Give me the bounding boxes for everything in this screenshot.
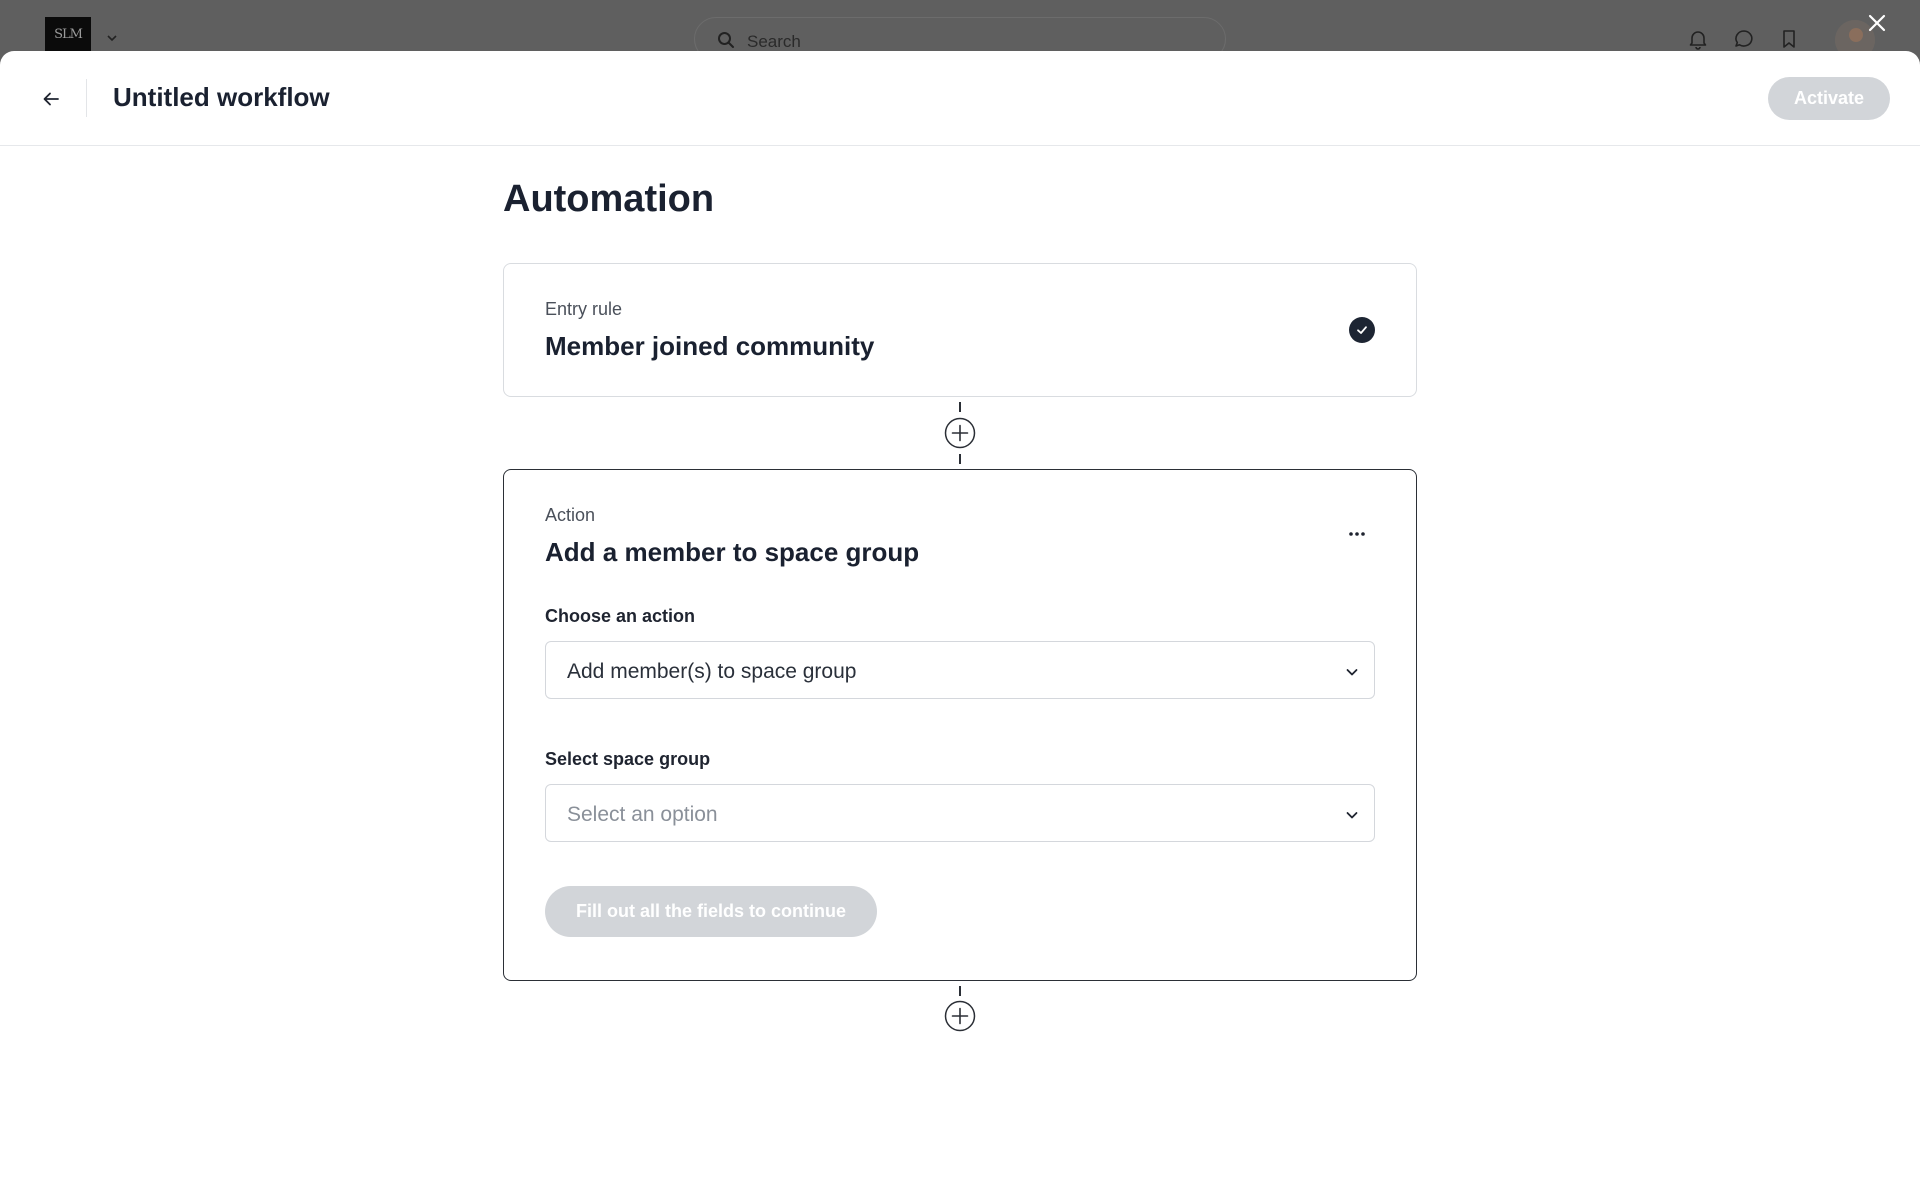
space-group-label: Select space group — [545, 749, 711, 769]
close-icon[interactable] — [1866, 12, 1888, 34]
community-logo: SLM — [45, 17, 91, 51]
chevron-down-icon — [1346, 812, 1358, 819]
background-app-bar: SLM Search — [0, 0, 1920, 61]
more-options-button[interactable] — [1340, 522, 1374, 546]
bookmark-icon — [1783, 30, 1795, 48]
activate-button[interactable]: Activate — [1768, 77, 1890, 120]
ellipsis-icon — [1349, 532, 1365, 536]
workflow-editor-sheet: Untitled workflow Activate Automation En… — [0, 51, 1920, 1200]
action-kicker: Action — [545, 505, 596, 525]
action-card: Action Add a member to space group Choos… — [503, 469, 1417, 981]
choose-action-label: Choose an action — [545, 606, 696, 626]
chevron-down-icon — [107, 35, 117, 42]
search-placeholder: Search — [747, 32, 801, 51]
chevron-down-icon — [1346, 669, 1358, 676]
connector-line — [959, 986, 961, 996]
choose-action-value: Add member(s) to space group — [567, 660, 857, 683]
add-step-icon[interactable] — [944, 417, 976, 449]
check-circle-icon — [1349, 317, 1375, 343]
space-group-placeholder: Select an option — [567, 803, 718, 826]
search-icon — [718, 32, 734, 48]
arrow-left-icon — [43, 92, 59, 106]
entry-rule-kicker: Entry rule — [545, 299, 623, 319]
connector-line — [959, 454, 961, 464]
action-title: Add a member to space group — [545, 537, 920, 567]
back-button[interactable] — [36, 81, 66, 117]
add-step-icon[interactable] — [944, 1000, 976, 1032]
bell-icon — [1689, 31, 1707, 50]
connector-line — [959, 402, 961, 412]
page-title: Automation — [503, 178, 715, 220]
entry-rule-title: Member joined community — [545, 331, 875, 361]
continue-button[interactable]: Fill out all the fields to continue — [545, 886, 877, 937]
entry-rule-card[interactable]: Entry rule Member joined community — [503, 263, 1417, 397]
choose-action-select[interactable]: Add member(s) to space group — [545, 641, 1375, 699]
header-divider — [86, 79, 87, 117]
workflow-header: Untitled workflow Activate — [0, 51, 1920, 146]
workflow-title[interactable]: Untitled workflow — [113, 82, 330, 113]
chat-bubble-icon — [1735, 30, 1753, 47]
space-group-select[interactable]: Select an option — [545, 784, 1375, 842]
